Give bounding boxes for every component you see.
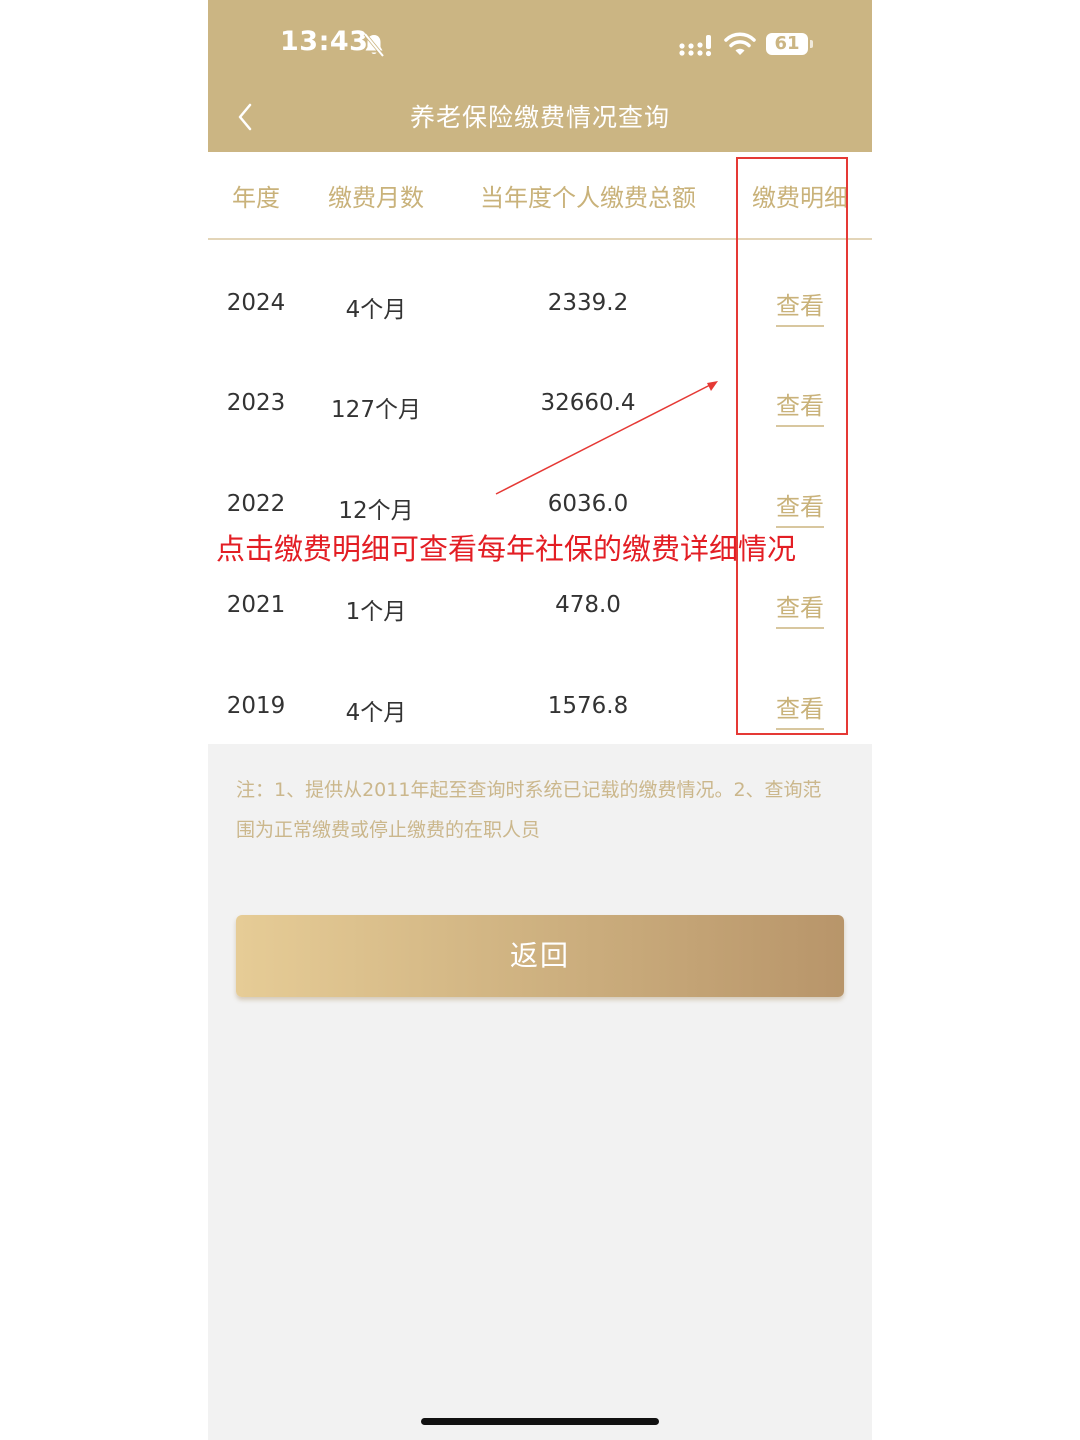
row-months: 4个月 — [345, 297, 407, 323]
phone-screen: 13:43 61 养老保险缴费情况查询 年度 缴费月数 当年度个人缴费总额 缴费… — [208, 0, 872, 1440]
row-amount: 1576.8 — [547, 693, 629, 719]
row-months: 4个月 — [345, 700, 407, 726]
cellular-signal-icon — [679, 35, 712, 57]
row-amount: 478.0 — [555, 592, 621, 618]
home-indicator[interactable] — [421, 1418, 659, 1425]
battery-tip — [810, 40, 813, 48]
row-months: 1个月 — [345, 599, 407, 625]
column-header-amount: 当年度个人缴费总额 — [480, 184, 696, 212]
row-months: 12个月 — [338, 498, 414, 524]
row-months: 127个月 — [331, 397, 421, 423]
row-year: 2021 — [226, 592, 286, 618]
row-amount: 2339.2 — [547, 290, 629, 316]
note-text: 注：1、提供从2011年起至查询时系统已记载的缴费情况。2、查询范围为正常缴费或… — [236, 779, 822, 841]
page-title: 养老保险缴费情况查询 — [409, 103, 670, 132]
column-header-year: 年度 — [232, 184, 280, 212]
row-year: 2019 — [226, 693, 286, 719]
status-time: 13:43 — [280, 26, 369, 57]
annotation-highlight-box — [736, 157, 848, 735]
app-header: 13:43 61 养老保险缴费情况查询 — [208, 0, 872, 152]
row-amount: 32660.4 — [540, 390, 636, 416]
row-year: 2022 — [226, 491, 286, 517]
battery-indicator: 61 — [766, 33, 808, 55]
row-year: 2023 — [226, 390, 286, 416]
return-button[interactable]: 返回 — [236, 915, 844, 997]
row-year: 2024 — [226, 290, 286, 316]
row-amount: 6036.0 — [547, 491, 629, 517]
column-header-months: 缴费月数 — [328, 184, 424, 212]
annotation-text: 点击缴费明细可查看每年社保的缴费详细情况 — [216, 532, 797, 566]
bell-muted-icon — [363, 32, 385, 58]
wifi-icon — [724, 32, 756, 55]
